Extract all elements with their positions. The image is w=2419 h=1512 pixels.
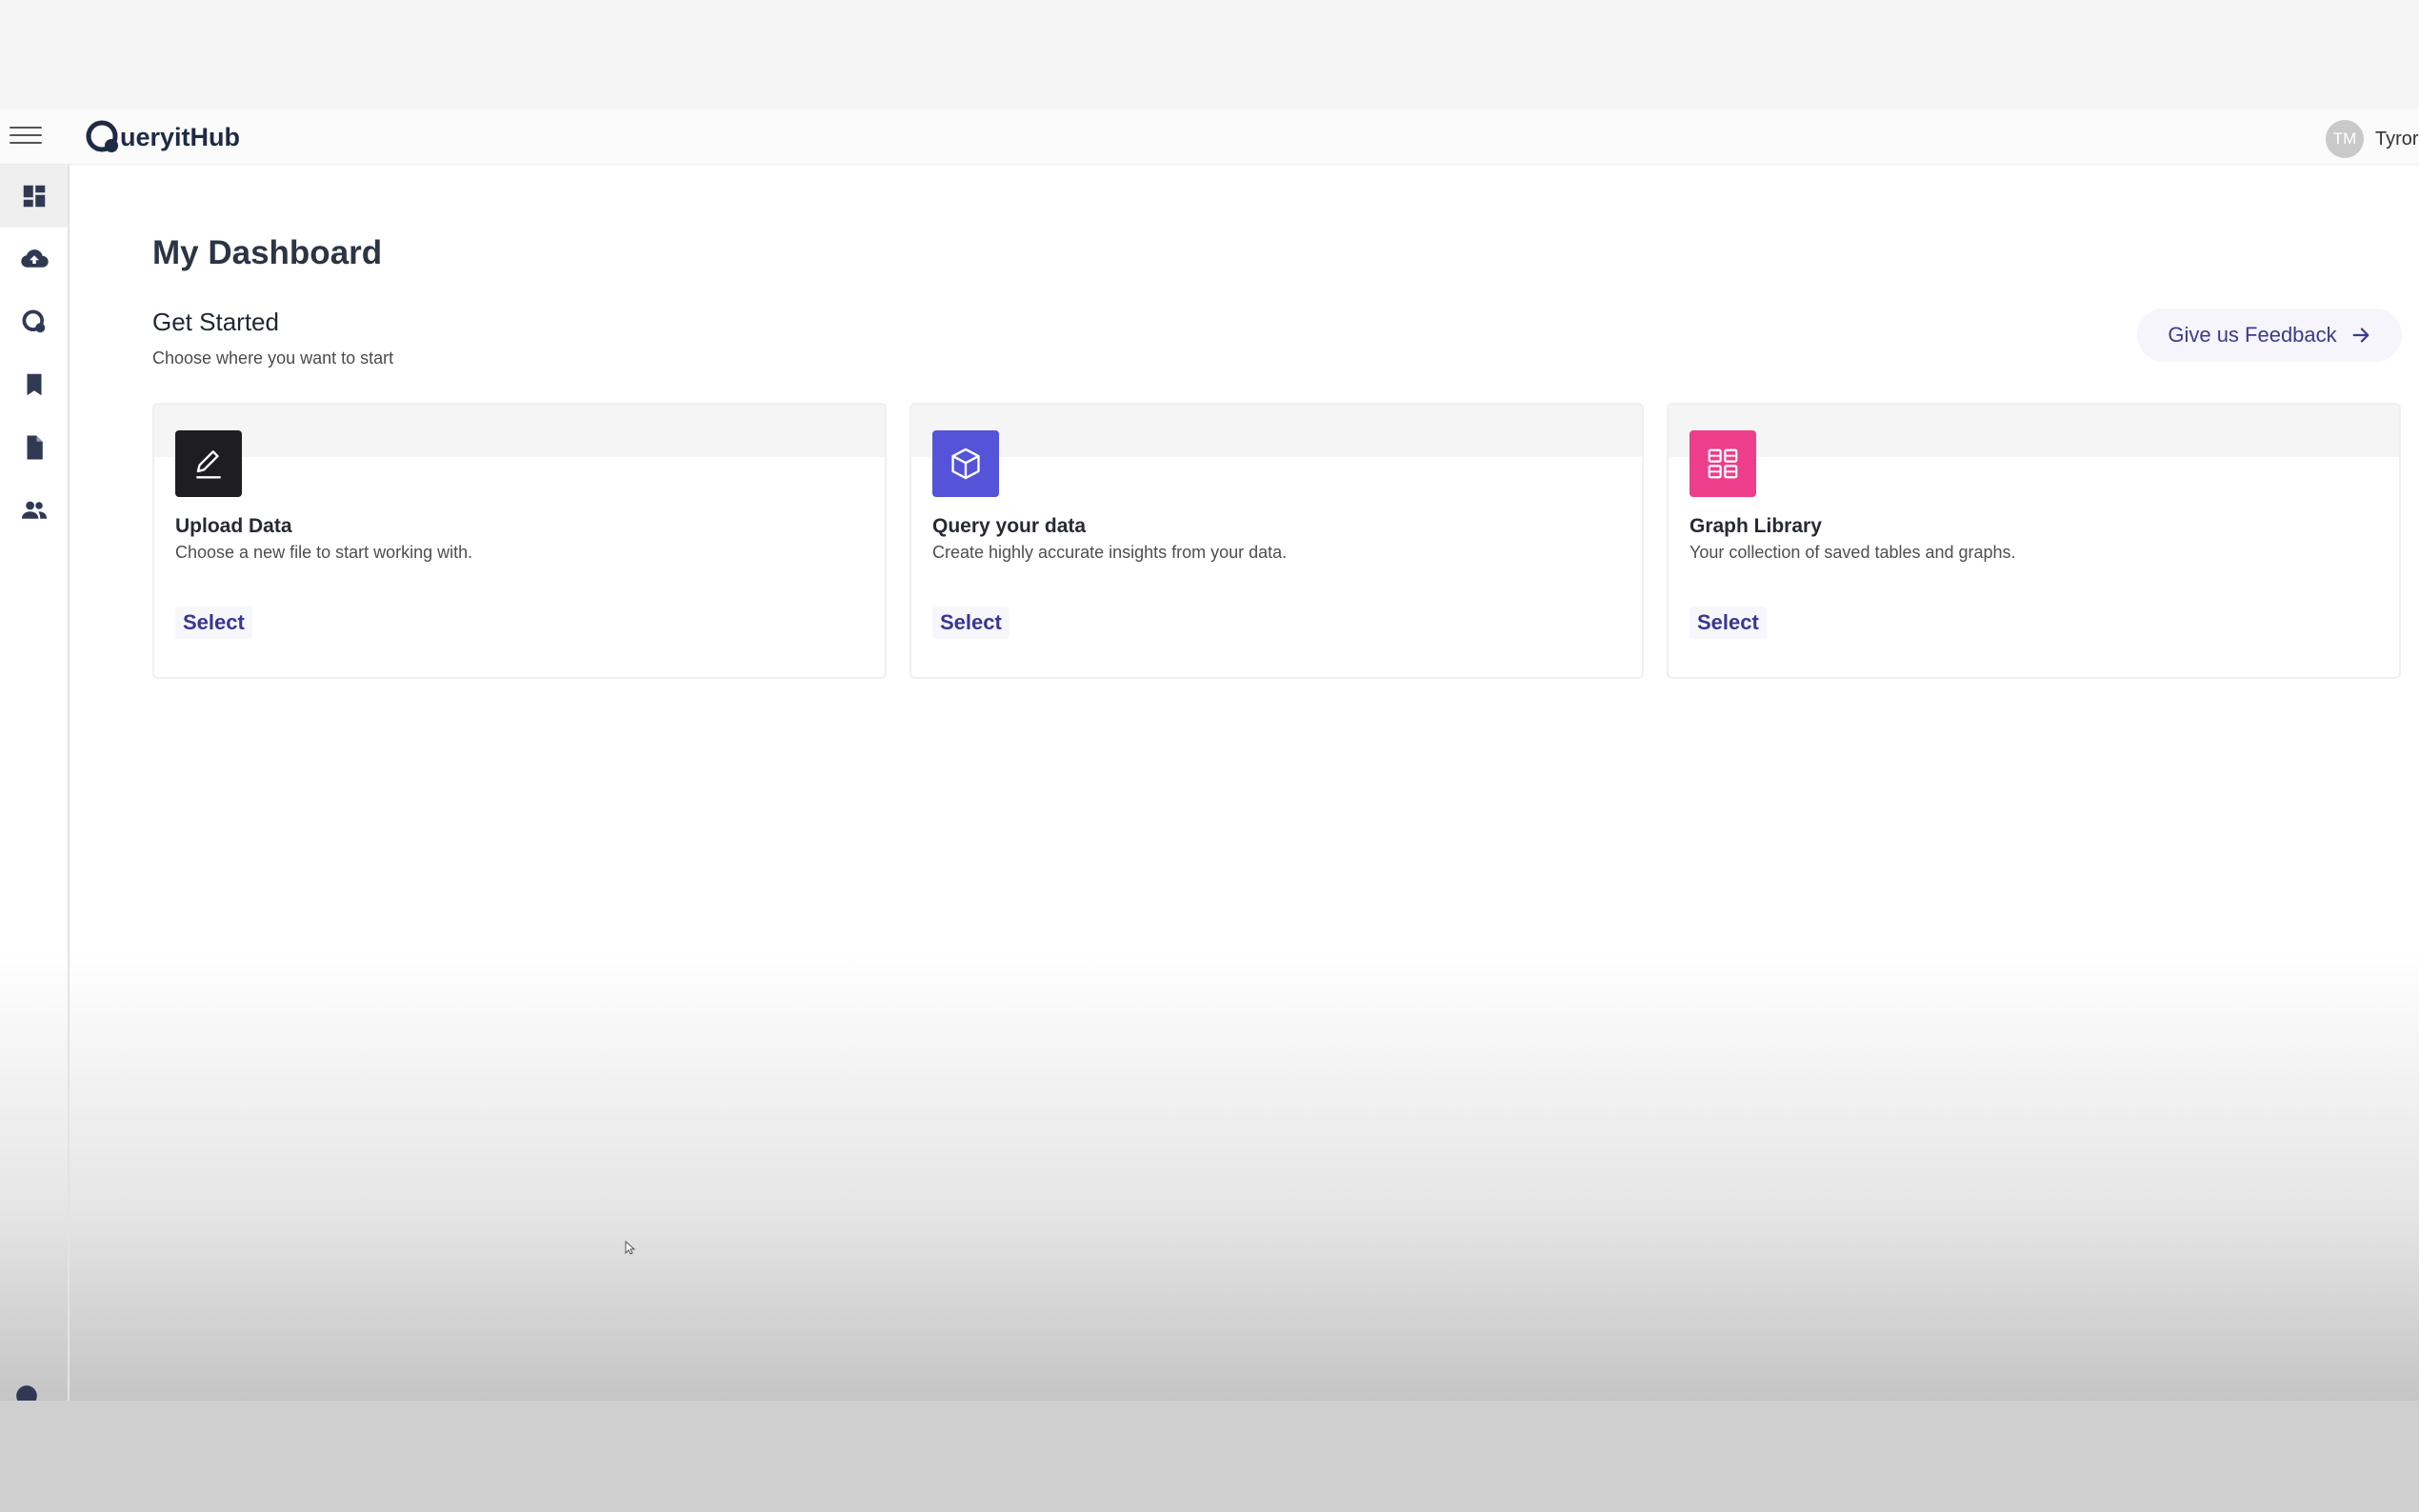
card-header-band [911,405,1642,457]
sidebar-item-dashboard[interactable] [0,165,68,228]
bottom-strip [0,1401,2419,1512]
user-menu[interactable]: TM Tyror [2326,120,2419,158]
grid-icon [1708,448,1738,479]
card-header-band [154,405,885,457]
card-description: Create highly accurate insights from you… [932,543,1288,562]
feedback-button[interactable]: Give us Feedback [2137,308,2402,362]
logo-text: ueryitHub [120,122,241,151]
section-title: Get Started [152,308,279,336]
sidebar-item-bookmarks[interactable] [0,353,68,416]
card-upload-data: Upload Data Choose a new file to start w… [152,403,887,679]
menu-icon[interactable] [10,127,42,149]
document-icon [27,435,43,460]
pen-icon [196,450,221,479]
card-icon-tile [175,430,242,497]
section-subtitle: Choose where you want to start [152,348,394,368]
card-title: Graph Library [1689,515,1822,537]
select-graph-button[interactable]: Select [1689,607,1767,639]
card-description: Your collection of saved tables and grap… [1689,543,2016,562]
bookmark-icon [27,373,41,396]
app-header: ueryitHub TM Tyror [0,109,2419,165]
card-icon-tile [1689,430,1756,497]
card-title: Query your data [932,515,1087,537]
card-graph-library: Graph Library Your collection of saved t… [1667,403,2401,679]
top-strip [0,0,2419,109]
query-logo-icon [22,309,45,333]
sidebar [0,165,70,1406]
cloud-upload-icon [20,249,49,268]
arrow-right-icon [2352,328,2369,343]
avatar[interactable]: TM [2326,120,2364,158]
feedback-label: Give us Feedback [2168,323,2337,347]
card-title: Upload Data [175,515,292,537]
card-header-band [1669,405,2399,457]
card-icon-tile [932,430,999,497]
select-upload-button[interactable]: Select [175,607,252,639]
username[interactable]: Tyror [2375,129,2419,150]
sidebar-item-query[interactable] [0,290,68,353]
card-query-data: Query your data Create highly accurate i… [910,403,1644,679]
logo-q-icon [86,120,118,152]
app-logo[interactable]: ueryitHub [84,118,240,156]
app-window: ueryitHub TM Tyror My Dashboard Get Star… [0,109,2419,1406]
sidebar-item-documents[interactable] [0,416,68,479]
dashboard-icon [23,185,45,208]
mouse-cursor-icon [625,1241,636,1255]
select-query-button[interactable]: Select [932,607,1010,639]
sidebar-item-team[interactable] [0,479,68,542]
sidebar-item-upload[interactable] [0,228,68,290]
cube-icon [951,448,980,480]
people-icon [21,501,47,519]
page-title: My Dashboard [152,234,383,271]
card-description: Choose a new file to start working with. [175,543,473,562]
